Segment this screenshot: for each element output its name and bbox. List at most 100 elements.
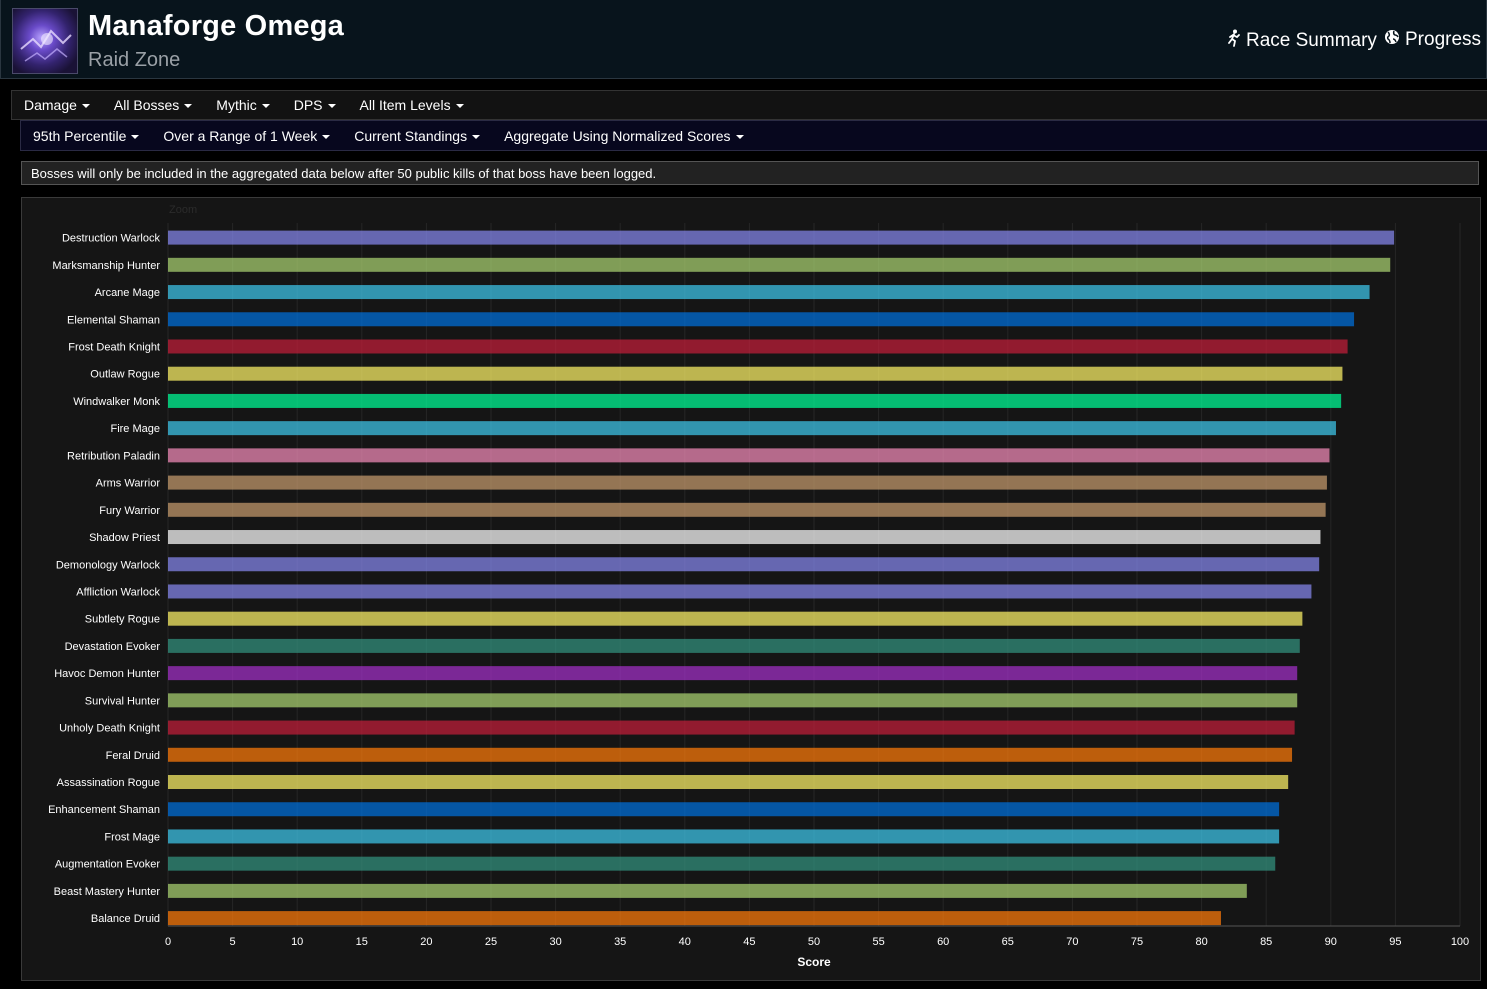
x-tick-label: 25 xyxy=(485,936,497,948)
y-category-label: Shadow Priest xyxy=(89,532,160,544)
x-tick-label: 85 xyxy=(1260,936,1272,948)
x-tick-label: 20 xyxy=(420,936,432,948)
primary-filter-bar: Damage All Bosses Mythic DPS All Item Le… xyxy=(11,90,1487,120)
bar[interactable] xyxy=(168,883,1247,898)
zoom-label[interactable]: Zoom xyxy=(169,204,197,216)
bar[interactable] xyxy=(168,448,1330,463)
bar[interactable] xyxy=(168,693,1298,708)
x-tick-label: 10 xyxy=(291,936,303,948)
bar[interactable] xyxy=(168,584,1312,599)
difficulty-dropdown[interactable]: Mythic xyxy=(204,97,281,113)
aggregate-dropdown[interactable]: Aggregate Using Normalized Scores xyxy=(492,128,755,144)
x-tick-label: 40 xyxy=(679,936,691,948)
y-category-label: Elemental Shaman xyxy=(67,314,160,326)
caret-down-icon xyxy=(455,104,464,108)
y-category-label: Devastation Evoker xyxy=(65,641,161,653)
bar[interactable] xyxy=(168,530,1321,545)
bar[interactable] xyxy=(168,393,1342,408)
percentile-dropdown[interactable]: 95th Percentile xyxy=(21,128,151,144)
caret-down-icon xyxy=(472,134,481,139)
y-category-label: Augmentation Evoker xyxy=(55,859,161,871)
globe-icon xyxy=(1384,29,1400,51)
bar[interactable] xyxy=(168,421,1336,436)
bar[interactable] xyxy=(168,257,1391,272)
caret-down-icon xyxy=(261,104,270,108)
y-category-label: Frost Mage xyxy=(104,831,160,843)
page-subtitle: Raid Zone xyxy=(88,49,181,71)
bar[interactable] xyxy=(168,856,1276,871)
bar[interactable] xyxy=(168,366,1343,381)
y-category-label: Survival Hunter xyxy=(85,695,161,707)
y-category-label: Subtlety Rogue xyxy=(85,614,160,626)
y-category-label: Arcane Mage xyxy=(95,287,160,299)
page-title: Manaforge Omega xyxy=(88,10,344,42)
x-tick-label: 65 xyxy=(1002,936,1014,948)
standings-dropdown[interactable]: Current Standings xyxy=(342,128,492,144)
y-category-label: Windwalker Monk xyxy=(73,396,160,408)
zone-header: Manaforge Omega Raid Zone Race Summary P… xyxy=(0,0,1487,79)
y-category-label: Fire Mage xyxy=(110,423,160,435)
boss-dropdown[interactable]: All Bosses xyxy=(102,97,204,113)
y-category-label: Unholy Death Knight xyxy=(59,723,160,735)
caret-down-icon xyxy=(735,134,744,139)
bar[interactable] xyxy=(168,230,1395,245)
bar[interactable] xyxy=(168,312,1355,327)
progress-link[interactable]: Progress xyxy=(1384,29,1481,51)
x-tick-label: 60 xyxy=(937,936,949,948)
bar[interactable] xyxy=(168,502,1326,517)
bar[interactable] xyxy=(168,747,1293,762)
y-category-label: Balance Druid xyxy=(91,913,160,925)
caret-down-icon xyxy=(131,134,140,139)
x-tick-label: 5 xyxy=(230,936,236,948)
notice-banner: Bosses will only be included in the aggr… xyxy=(21,161,1479,185)
running-figure-icon xyxy=(1227,29,1241,53)
x-tick-label: 50 xyxy=(808,936,820,948)
caret-down-icon xyxy=(184,104,193,108)
y-category-label: Havoc Demon Hunter xyxy=(54,668,160,680)
secondary-filter-bar: 95th Percentile Over a Range of 1 Week C… xyxy=(20,120,1487,151)
bar[interactable] xyxy=(168,339,1348,354)
bar[interactable] xyxy=(168,475,1327,490)
x-axis-title: Score xyxy=(797,955,831,969)
y-category-label: Beast Mastery Hunter xyxy=(54,886,161,898)
x-tick-label: 0 xyxy=(165,936,171,948)
bar[interactable] xyxy=(168,720,1295,735)
bar[interactable] xyxy=(168,611,1303,626)
metric-dropdown[interactable]: Damage xyxy=(12,97,102,113)
progress-label: Progress xyxy=(1405,29,1482,50)
race-summary-link[interactable]: Race Summary xyxy=(1227,29,1377,53)
chart-panel: Zoom Destruction Warlock Marksmanship Hun… xyxy=(21,197,1481,981)
caret-down-icon xyxy=(81,104,90,108)
x-tick-label: 15 xyxy=(356,936,368,948)
x-tick-label: 35 xyxy=(614,936,626,948)
bar[interactable] xyxy=(168,802,1280,817)
caret-down-icon xyxy=(327,104,336,108)
bar[interactable] xyxy=(168,911,1221,926)
bar[interactable] xyxy=(168,666,1298,681)
bar[interactable] xyxy=(168,557,1320,572)
x-tick-label: 55 xyxy=(872,936,884,948)
y-category-label: Arms Warrior xyxy=(96,478,161,490)
x-tick-label: 90 xyxy=(1325,936,1337,948)
bar[interactable] xyxy=(168,638,1300,653)
x-tick-label: 75 xyxy=(1131,936,1143,948)
y-category-label: Fury Warrior xyxy=(99,505,160,517)
x-tick-label: 95 xyxy=(1389,936,1401,948)
y-category-label: Assassination Rogue xyxy=(57,777,160,789)
x-tick-label: 80 xyxy=(1195,936,1207,948)
y-category-label: Frost Death Knight xyxy=(68,341,160,353)
y-category-label: Retribution Paladin xyxy=(67,450,160,462)
role-dropdown[interactable]: DPS xyxy=(282,97,348,113)
bar[interactable] xyxy=(168,829,1280,844)
range-dropdown[interactable]: Over a Range of 1 Week xyxy=(151,128,342,144)
x-tick-label: 30 xyxy=(549,936,561,948)
y-category-label: Destruction Warlock xyxy=(62,233,161,245)
y-category-label: Marksmanship Hunter xyxy=(52,260,160,272)
bar-chart: Zoom Destruction Warlock Marksmanship Hun… xyxy=(48,204,1469,969)
bar[interactable] xyxy=(168,285,1370,300)
y-category-label: Feral Druid xyxy=(106,750,160,762)
race-summary-label: Race Summary xyxy=(1246,30,1377,51)
caret-down-icon xyxy=(322,134,331,139)
bar[interactable] xyxy=(168,775,1289,790)
item-level-dropdown[interactable]: All Item Levels xyxy=(348,97,476,113)
